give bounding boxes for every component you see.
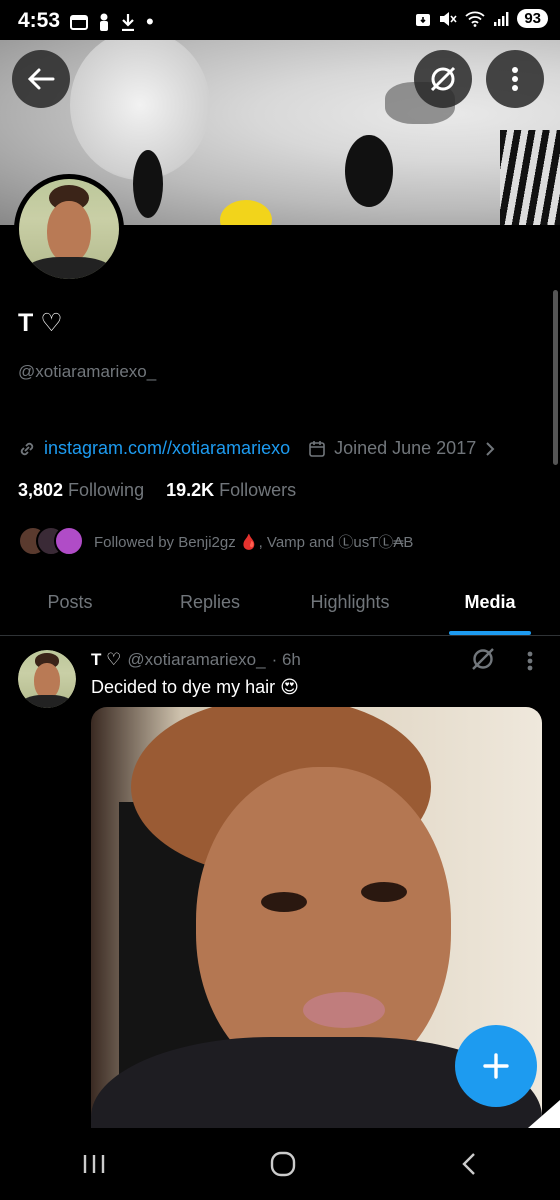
- tab-media[interactable]: Media: [420, 578, 560, 635]
- followers-label: Followers: [219, 480, 297, 500]
- followed-by-row[interactable]: Followed by Benji2gz 🩸, Vamp and ⓁusƬⓁ₳B: [18, 526, 413, 556]
- post-grok-button[interactable]: [470, 646, 496, 677]
- mute-icon: [440, 11, 457, 26]
- post-text: Decided to dye my hair 😍: [91, 677, 299, 697]
- calendar-icon: [309, 440, 325, 457]
- profile-tabs: Posts Replies Highlights Media: [0, 578, 560, 636]
- person-icon: [100, 13, 108, 31]
- dot-icon: •: [146, 9, 154, 34]
- more-vertical-icon: [512, 67, 518, 91]
- profile-avatar[interactable]: [14, 174, 124, 284]
- status-bar: 4:53 • 93: [0, 0, 560, 40]
- system-nav-bar: [0, 1128, 560, 1200]
- following-label: Following: [68, 480, 145, 500]
- followers-count: 19.2K: [166, 480, 215, 500]
- more-options-button[interactable]: [486, 50, 544, 108]
- chevron-right-icon: [486, 441, 495, 456]
- back-button[interactable]: [12, 50, 70, 108]
- profile-stats: 3,802 Following 19.2K Followers: [18, 480, 296, 501]
- compose-post-button[interactable]: [455, 1025, 537, 1107]
- profile-display-name: T ♡: [18, 309, 63, 337]
- post-more-button[interactable]: [526, 650, 534, 677]
- post-author-name[interactable]: T ♡: [91, 650, 121, 670]
- tab-replies[interactable]: Replies: [140, 578, 280, 635]
- plus-icon: [483, 1053, 509, 1079]
- profile-handle: @xotiaramariexo_: [18, 362, 157, 381]
- signal-icon: [494, 11, 509, 26]
- grok-button[interactable]: [414, 50, 472, 108]
- followed-by-text: Followed by Benji2gz 🩸, Vamp and ⓁusƬⓁ₳B: [94, 533, 414, 551]
- system-icons: 93: [415, 9, 548, 28]
- calendar-icon: [70, 15, 88, 30]
- battery-indicator: 93: [517, 9, 548, 28]
- download-icon: [122, 14, 134, 31]
- status-time: 4:53: [18, 9, 61, 32]
- home-icon[interactable]: [269, 1150, 297, 1178]
- profile-joined-date: Joined June 2017: [334, 438, 477, 458]
- post-avatar[interactable]: [18, 650, 76, 708]
- post-time: · 6h: [271, 650, 301, 669]
- post-header: T ♡ @xotiaramariexo_ · 6h: [91, 650, 301, 670]
- more-vertical-icon: [527, 651, 533, 671]
- arrow-left-icon: [27, 68, 55, 90]
- post-author-handle[interactable]: @xotiaramariexo_: [127, 650, 265, 670]
- follower-avatars: [18, 526, 84, 556]
- back-nav-icon[interactable]: [459, 1151, 479, 1177]
- scrollbar[interactable]: [553, 290, 558, 465]
- wifi-icon: [465, 11, 485, 27]
- following-count: 3,802: [18, 480, 64, 500]
- tab-posts[interactable]: Posts: [0, 578, 140, 635]
- grok-icon: [430, 66, 456, 92]
- profile-website-link[interactable]: instagram.com//xotiaramariexo: [44, 438, 290, 459]
- recent-apps-icon[interactable]: [81, 1153, 107, 1175]
- tab-highlights[interactable]: Highlights: [280, 578, 420, 635]
- post-media-image[interactable]: [91, 707, 542, 1200]
- lock-icon: [416, 13, 431, 26]
- follower-avatar: [54, 526, 84, 556]
- followers-stat[interactable]: 19.2K Followers: [166, 480, 296, 501]
- profile-meta-row: instagram.com//xotiaramariexo Joined Jun…: [18, 438, 496, 459]
- notification-icons: •: [70, 11, 154, 33]
- grok-icon: [472, 648, 494, 670]
- following-stat[interactable]: 3,802 Following: [18, 480, 144, 501]
- link-icon: [20, 442, 34, 455]
